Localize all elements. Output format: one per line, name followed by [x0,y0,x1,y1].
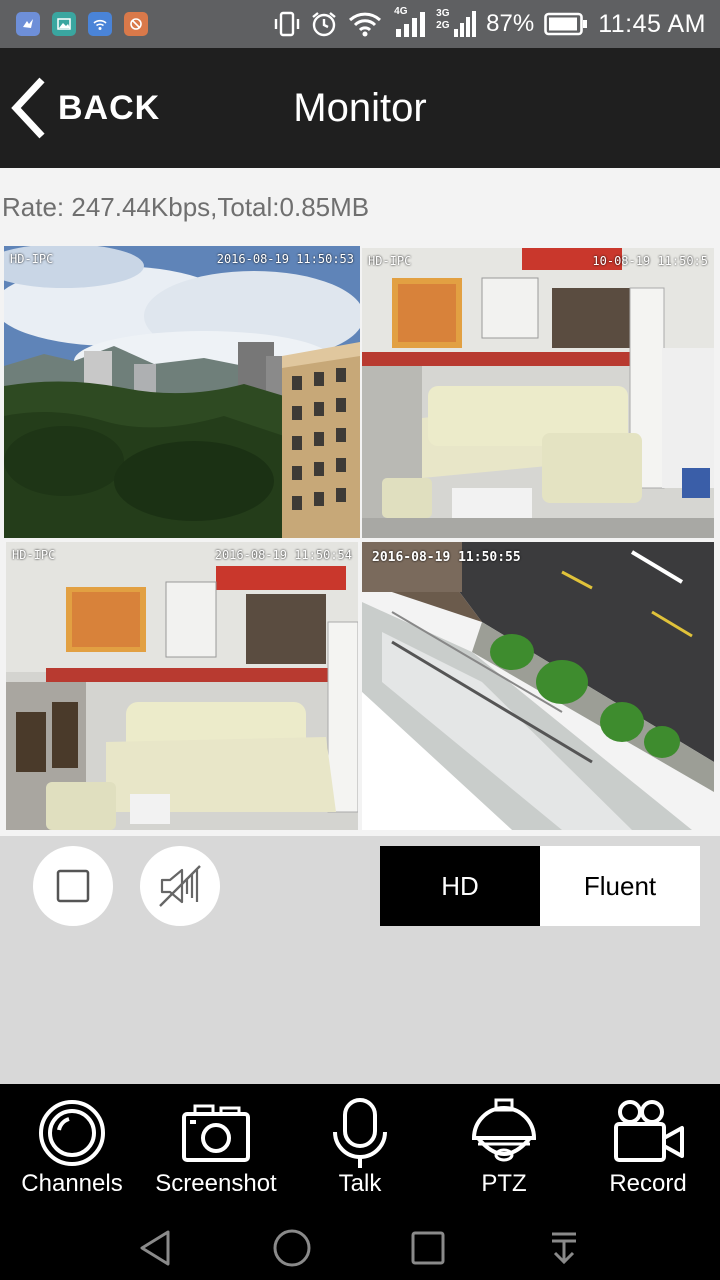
rate-row: Rate: 247.44Kbps,Total:0.85MB [0,168,720,246]
toolbar-label: Record [609,1170,687,1197]
camera-feed-3[interactable]: HD-IPC 2016-08-19 11:50:54 [6,542,358,830]
camera-app-icon [124,12,148,36]
vpn-bird-icon [16,12,40,36]
camera-icon [182,1104,250,1162]
signal-3g-2g-icon: 3G 2G [436,9,477,39]
speaker-mute-icon [159,865,201,907]
quality-hd-option[interactable]: HD [380,846,540,926]
video-grid: HD-IPC 2016-08-19 11:50:53 HD-IPC 10-08-… [0,244,720,836]
dome-camera-icon [471,1098,537,1162]
camera-label: HD-IPC [12,548,56,562]
clock: 11:45 AM [598,9,706,38]
controls-panel: HD Fluent [0,836,720,1084]
wifi-icon [349,12,382,37]
toolbar-label: Channels [21,1170,123,1197]
status-indicators: 4G 3G 2G 87% 11:45 AM [274,6,706,42]
toolbar-label: Screenshot [155,1170,277,1197]
wifi-app-icon [88,12,112,36]
signal-4g-icon: 4G [392,7,426,39]
recents-square-icon [411,1231,445,1265]
notification-icons [16,12,148,36]
camera-feed-1[interactable]: HD-IPC 2016-08-19 11:50:53 [4,246,360,538]
notification-pull-icon [552,1232,576,1265]
camera-timestamp: 10-08-19 11:50:5 [592,254,708,268]
toolbar-ptz[interactable]: PTZ [432,1084,576,1216]
camera-timestamp: 2016-08-19 11:50:54 [214,548,352,562]
gallery-icon [52,12,76,36]
camera-timestamp: 2016-08-19 11:50:53 [216,252,354,266]
stop-button[interactable] [33,846,113,926]
app-header: BACK Monitor [0,48,720,168]
camera-label: HD-IPC [368,254,412,268]
quality-fluent-option[interactable]: Fluent [540,846,700,926]
nav-home-button[interactable] [270,1226,314,1270]
nav-recents-button[interactable] [406,1226,450,1270]
stop-square-icon [56,869,90,903]
toolbar-channels[interactable]: Channels [0,1084,144,1216]
camera-feed-2[interactable]: HD-IPC 10-08-19 11:50:5 [362,248,714,538]
status-bar: 4G 3G 2G 87% 11:45 AM [0,0,720,48]
toolbar-record[interactable]: Record [576,1084,720,1216]
rate-text: Rate: 247.44Kbps,Total:0.85MB [2,192,370,222]
quality-toggle: HD Fluent [380,846,700,926]
mute-button[interactable] [140,846,220,926]
page-title: Monitor [293,86,427,130]
camera-label: HD-IPC [10,252,54,266]
bottom-toolbar: Channels Screenshot Talk PTZ Record [0,1084,720,1216]
battery-icon [544,12,588,36]
back-triangle-icon [140,1230,170,1266]
nav-notification-button[interactable] [542,1226,586,1270]
nav-back-button[interactable] [134,1226,178,1270]
toolbar-talk[interactable]: Talk [288,1084,432,1216]
toolbar-screenshot[interactable]: Screenshot [144,1084,288,1216]
camera-timestamp: 2016-08-19 11:50:55 [372,550,521,565]
toolbar-label: Talk [338,1170,382,1197]
channels-icon [39,1100,105,1166]
home-circle-icon [273,1229,311,1267]
vibrate-icon [274,11,300,37]
microphone-icon [333,1098,387,1168]
toolbar-label: PTZ [481,1170,527,1197]
battery-percent: 87% [486,10,535,37]
video-camera-icon [614,1100,684,1162]
system-navbar [0,1216,720,1280]
alarm-icon [312,12,336,37]
camera-feed-4[interactable]: 2016-08-19 11:50:55 [362,542,714,830]
